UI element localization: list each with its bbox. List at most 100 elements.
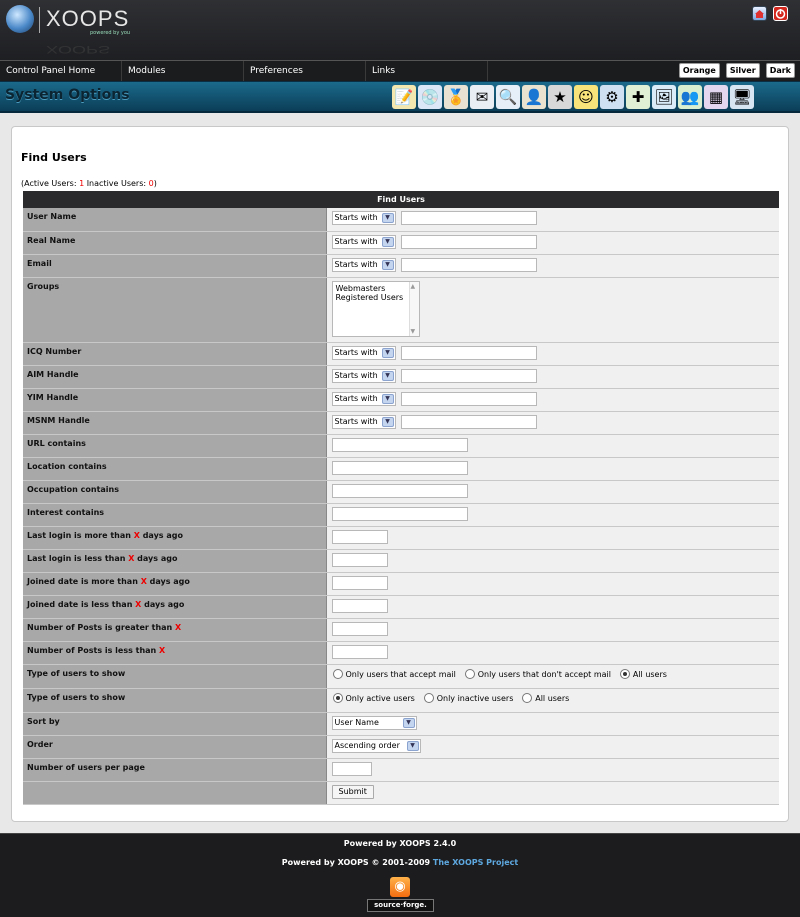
groups-option-registered-users[interactable]: Registered Users bbox=[336, 293, 416, 302]
user-counts: (Active Users: 1 Inactive Users: 0) bbox=[21, 179, 157, 188]
smiley-icon[interactable]: ☺ bbox=[574, 85, 598, 109]
radio-button[interactable] bbox=[332, 669, 343, 679]
interest-input[interactable] bbox=[331, 506, 468, 521]
nav-preferences[interactable]: Preferences bbox=[244, 61, 366, 81]
label-text: Number of Posts is greater than bbox=[27, 622, 176, 632]
mail-icon[interactable]: ✉ bbox=[470, 85, 494, 109]
label-real-name: Real Name bbox=[23, 231, 327, 255]
label-location: Location contains bbox=[23, 457, 327, 481]
radio-button-selected[interactable] bbox=[619, 669, 630, 679]
nav-control-panel-home[interactable]: Control Panel Home bbox=[0, 61, 122, 81]
order-select[interactable]: Ascending order ▼ bbox=[331, 738, 421, 753]
real-name-match-select[interactable]: Starts with ▼ bbox=[331, 234, 396, 249]
label-msnm: MSNM Handle bbox=[23, 411, 327, 435]
xoops-project-link[interactable]: The XOOPS Project bbox=[433, 858, 518, 867]
form-row-submit: Submit bbox=[23, 781, 779, 805]
radio-button[interactable] bbox=[423, 693, 434, 703]
icq-input[interactable] bbox=[401, 345, 538, 360]
label-text: days ago bbox=[141, 599, 185, 609]
chevron-down-icon: ▼ bbox=[381, 416, 394, 427]
mail-accept-option[interactable]: Only users that accept mail bbox=[332, 668, 456, 682]
rss-icon[interactable]: ◉ bbox=[390, 877, 410, 897]
form-row-lastlogin-less: Last login is less than X days ago bbox=[23, 549, 779, 573]
real-name-input[interactable] bbox=[401, 234, 538, 249]
medal-icon[interactable]: 🏅 bbox=[444, 85, 468, 109]
aim-input[interactable] bbox=[401, 368, 538, 383]
label-text: Joined date is less than bbox=[27, 599, 136, 609]
sourceforge-badge[interactable]: source·forge. bbox=[367, 899, 434, 912]
sort-by-select[interactable]: User Name ▼ bbox=[331, 715, 417, 730]
label-sort-by: Sort by bbox=[23, 712, 327, 736]
groups-listbox[interactable]: Webmasters Registered Users ▲ ▼ bbox=[331, 280, 420, 337]
inactive-only-option[interactable]: Only inactive users bbox=[423, 692, 513, 706]
yim-input[interactable] bbox=[401, 391, 538, 406]
label-text: Last login is less than bbox=[27, 553, 129, 563]
chevron-down-icon: ▼ bbox=[381, 347, 394, 358]
lastlogin-more-input[interactable] bbox=[331, 529, 388, 544]
label-user-name: User Name bbox=[23, 208, 327, 232]
scroll-down-icon[interactable]: ▼ bbox=[411, 328, 416, 335]
submit-button[interactable]: Submit bbox=[331, 784, 374, 799]
mail-noaccept-option[interactable]: Only users that don't accept mail bbox=[464, 668, 611, 682]
theme-silver-button[interactable]: Silver bbox=[725, 63, 760, 78]
groups-option-webmasters[interactable]: Webmasters bbox=[336, 284, 416, 293]
listbox-scrollbar[interactable]: ▲ ▼ bbox=[408, 281, 419, 336]
form-row-email: Email Starts with ▼ bbox=[23, 254, 779, 278]
star-icon[interactable]: ★ bbox=[548, 85, 572, 109]
chevron-down-icon: ▼ bbox=[381, 259, 394, 270]
label-joined-less: Joined date is less than X days ago bbox=[23, 595, 327, 619]
joined-less-input[interactable] bbox=[331, 598, 388, 613]
posts-less-input[interactable] bbox=[331, 644, 388, 659]
label-text: Last login is more than bbox=[27, 530, 134, 540]
form-row-user-name: User Name Starts with ▼ bbox=[23, 208, 779, 232]
home-icon[interactable] bbox=[752, 6, 767, 21]
radio-button[interactable] bbox=[522, 693, 533, 703]
joined-more-input[interactable] bbox=[331, 575, 388, 590]
theme-orange-button[interactable]: Orange bbox=[678, 63, 720, 78]
monitor-icon[interactable]: 🖥 bbox=[730, 85, 754, 109]
aim-match-select[interactable]: Starts with ▼ bbox=[331, 368, 396, 383]
plugin-icon[interactable]: ✚ bbox=[626, 85, 650, 109]
radio-button-selected[interactable] bbox=[332, 693, 343, 703]
magnifier-icon[interactable]: 🔍 bbox=[496, 85, 520, 109]
icq-match-select[interactable]: Starts with ▼ bbox=[331, 345, 396, 360]
url-input[interactable] bbox=[331, 437, 468, 452]
radio-button[interactable] bbox=[464, 669, 475, 679]
form-row-per-page: Number of users per page bbox=[23, 758, 779, 782]
logout-icon[interactable] bbox=[773, 6, 788, 21]
nav-links[interactable]: Links bbox=[366, 61, 488, 81]
posts-greater-input[interactable] bbox=[331, 621, 388, 636]
active-all-option[interactable]: All users bbox=[522, 692, 569, 706]
logo-text: XOOPS bbox=[46, 6, 130, 31]
users-icon[interactable]: 👥 bbox=[678, 85, 702, 109]
mail-all-option[interactable]: All users bbox=[619, 668, 667, 682]
xoops-logo[interactable]: XOOPS powered by you XOOPS bbox=[6, 5, 146, 56]
system-options-title: System Options bbox=[5, 87, 130, 103]
notepad-icon[interactable]: 📝 bbox=[392, 85, 416, 109]
location-input[interactable] bbox=[331, 460, 468, 475]
image-icon[interactable]: 🖼 bbox=[652, 85, 676, 109]
blocks-icon[interactable]: ▦ bbox=[704, 85, 728, 109]
per-page-input[interactable] bbox=[331, 761, 372, 776]
form-row-posts-less: Number of Posts is less than X bbox=[23, 641, 779, 665]
scroll-up-icon[interactable]: ▲ bbox=[411, 283, 416, 290]
user-name-input[interactable] bbox=[401, 211, 538, 225]
form-row-msnm: MSNM Handle Starts with ▼ bbox=[23, 411, 779, 435]
active-only-option[interactable]: Only active users bbox=[332, 692, 415, 706]
user-name-match-select[interactable]: Starts with ▼ bbox=[331, 211, 396, 225]
email-input[interactable] bbox=[401, 257, 538, 272]
msnm-match-select[interactable]: Starts with ▼ bbox=[331, 414, 396, 429]
settings-icon[interactable]: ⚙ bbox=[600, 85, 624, 109]
theme-dark-button[interactable]: Dark bbox=[765, 63, 795, 78]
occupation-input[interactable] bbox=[331, 483, 468, 498]
lastlogin-less-input[interactable] bbox=[331, 552, 388, 567]
option-label: Only users that don't accept mail bbox=[477, 669, 611, 679]
user-icon[interactable]: 👤 bbox=[522, 85, 546, 109]
yim-match-value: Starts with bbox=[334, 393, 378, 403]
email-match-select[interactable]: Starts with ▼ bbox=[331, 257, 396, 272]
yim-match-select[interactable]: Starts with ▼ bbox=[331, 391, 396, 406]
msnm-input[interactable] bbox=[401, 414, 538, 429]
nav-modules[interactable]: Modules bbox=[122, 61, 244, 81]
cd-icon[interactable]: 💿 bbox=[418, 85, 442, 109]
form-row-posts-greater: Number of Posts is greater than X bbox=[23, 618, 779, 642]
